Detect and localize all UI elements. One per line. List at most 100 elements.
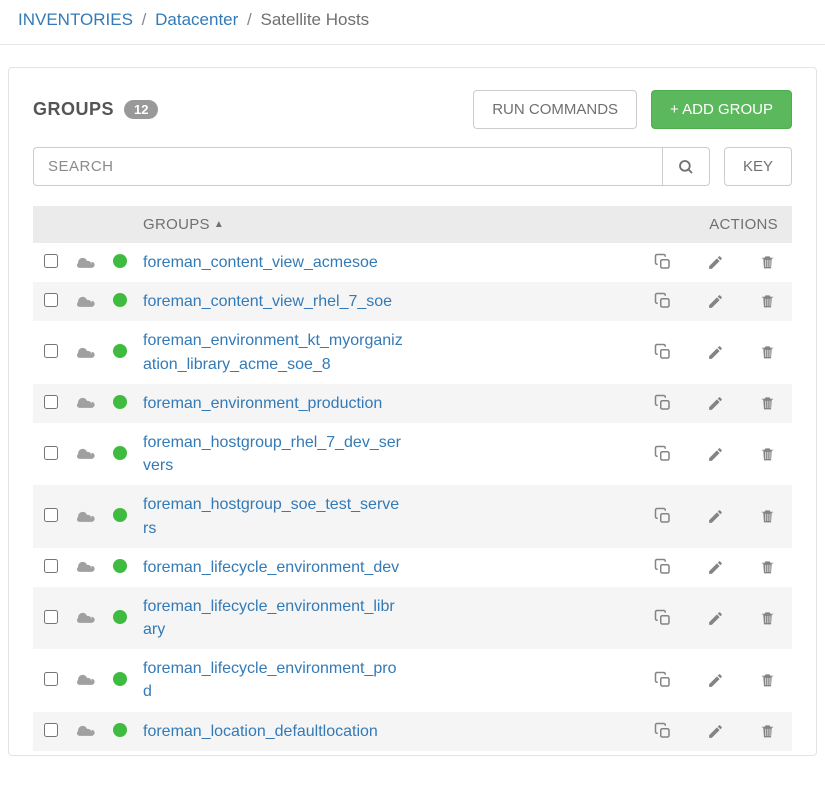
table-row: foreman_environment_kt_myorganization_li…	[33, 321, 792, 383]
copy-icon[interactable]	[652, 505, 674, 527]
copy-icon[interactable]	[652, 669, 674, 691]
cloud-icon	[77, 446, 97, 462]
table-row: foreman_content_view_acmesoe	[33, 243, 792, 282]
key-button[interactable]: KEY	[724, 147, 792, 186]
breadcrumb-separator: /	[247, 10, 252, 29]
copy-icon[interactable]	[652, 392, 674, 414]
status-dot-icon	[113, 395, 127, 409]
delete-icon[interactable]	[756, 392, 778, 414]
sort-ascending-icon: ▲	[214, 219, 224, 230]
delete-icon[interactable]	[756, 251, 778, 273]
cloud-icon	[77, 509, 97, 525]
cloud-icon	[77, 672, 97, 688]
edit-icon[interactable]	[704, 669, 726, 691]
table-row: foreman_location_defaultlocation	[33, 712, 792, 751]
groups-panel: GROUPS 12 RUN COMMANDS + ADD GROUP KEY	[8, 67, 817, 756]
delete-icon[interactable]	[756, 669, 778, 691]
copy-icon[interactable]	[652, 251, 674, 273]
edit-icon[interactable]	[704, 607, 726, 629]
groups-table: GROUPS▲ ACTIONS foreman_content_view_acm…	[33, 206, 792, 751]
cloud-icon	[77, 395, 97, 411]
column-header-actions: ACTIONS	[602, 206, 792, 243]
add-group-button[interactable]: + ADD GROUP	[651, 90, 792, 129]
delete-icon[interactable]	[756, 505, 778, 527]
group-name-link[interactable]: foreman_lifecycle_environment_dev	[143, 556, 399, 579]
breadcrumb-link-parent[interactable]: Datacenter	[155, 10, 238, 29]
row-checkbox[interactable]	[44, 672, 58, 686]
group-name-link[interactable]: foreman_lifecycle_environment_library	[143, 595, 403, 641]
cloud-icon	[77, 610, 97, 626]
search-input[interactable]	[33, 147, 662, 186]
breadcrumb-link-inventories[interactable]: INVENTORIES	[18, 10, 133, 29]
group-name-link[interactable]: foreman_environment_production	[143, 392, 382, 415]
delete-icon[interactable]	[756, 720, 778, 742]
breadcrumb: INVENTORIES / Datacenter / Satellite Hos…	[0, 0, 825, 45]
edit-icon[interactable]	[704, 443, 726, 465]
edit-icon[interactable]	[704, 720, 726, 742]
table-row: foreman_content_view_rhel_7_soe	[33, 282, 792, 321]
edit-icon[interactable]	[704, 556, 726, 578]
group-name-link[interactable]: foreman_location_defaultlocation	[143, 720, 378, 743]
row-checkbox[interactable]	[44, 254, 58, 268]
group-name-link[interactable]: foreman_hostgroup_rhel_7_dev_servers	[143, 431, 403, 477]
copy-icon[interactable]	[652, 720, 674, 742]
delete-icon[interactable]	[756, 607, 778, 629]
status-dot-icon	[113, 254, 127, 268]
table-row: foreman_hostgroup_soe_test_servers	[33, 485, 792, 547]
copy-icon[interactable]	[652, 341, 674, 363]
edit-icon[interactable]	[704, 506, 726, 528]
search-row: KEY	[33, 147, 792, 186]
breadcrumb-current: Satellite Hosts	[261, 10, 370, 29]
run-commands-button[interactable]: RUN COMMANDS	[473, 90, 637, 129]
cloud-icon	[77, 559, 97, 575]
row-checkbox[interactable]	[44, 293, 58, 307]
edit-icon[interactable]	[704, 342, 726, 364]
group-name-link[interactable]: foreman_content_view_acmesoe	[143, 251, 378, 274]
cloud-icon	[77, 723, 97, 739]
row-checkbox[interactable]	[44, 508, 58, 522]
table-row: foreman_hostgroup_rhel_7_dev_servers	[33, 423, 792, 485]
status-dot-icon	[113, 344, 127, 358]
table-row: foreman_lifecycle_environment_dev	[33, 548, 792, 587]
edit-icon[interactable]	[704, 392, 726, 414]
cloud-icon	[77, 345, 97, 361]
row-checkbox[interactable]	[44, 395, 58, 409]
search-icon	[677, 158, 695, 176]
group-name-link[interactable]: foreman_environment_kt_myorganization_li…	[143, 329, 403, 375]
table-row: foreman_lifecycle_environment_prod	[33, 649, 792, 711]
delete-icon[interactable]	[756, 290, 778, 312]
delete-icon[interactable]	[756, 443, 778, 465]
group-name-link[interactable]: foreman_hostgroup_soe_test_servers	[143, 493, 403, 539]
group-count-badge: 12	[124, 100, 158, 119]
row-checkbox[interactable]	[44, 610, 58, 624]
group-name-link[interactable]: foreman_lifecycle_environment_prod	[143, 657, 403, 703]
cloud-icon	[77, 294, 97, 310]
status-dot-icon	[113, 559, 127, 573]
panel-title: GROUPS	[33, 99, 114, 120]
status-dot-icon	[113, 508, 127, 522]
edit-icon[interactable]	[704, 291, 726, 313]
copy-icon[interactable]	[652, 290, 674, 312]
table-header: GROUPS▲ ACTIONS	[33, 206, 792, 243]
row-checkbox[interactable]	[44, 446, 58, 460]
group-name-link[interactable]: foreman_content_view_rhel_7_soe	[143, 290, 392, 313]
edit-icon[interactable]	[704, 252, 726, 274]
row-checkbox[interactable]	[44, 723, 58, 737]
status-dot-icon	[113, 723, 127, 737]
status-dot-icon	[113, 446, 127, 460]
cloud-icon	[77, 255, 97, 271]
row-checkbox[interactable]	[44, 559, 58, 573]
column-header-groups[interactable]: GROUPS▲	[135, 206, 602, 243]
copy-icon[interactable]	[652, 556, 674, 578]
table-row: foreman_lifecycle_environment_library	[33, 587, 792, 649]
status-dot-icon	[113, 672, 127, 686]
delete-icon[interactable]	[756, 341, 778, 363]
copy-icon[interactable]	[652, 607, 674, 629]
search-button[interactable]	[662, 147, 710, 186]
status-dot-icon	[113, 610, 127, 624]
copy-icon[interactable]	[652, 443, 674, 465]
breadcrumb-separator: /	[142, 10, 147, 29]
table-row: foreman_environment_production	[33, 384, 792, 423]
row-checkbox[interactable]	[44, 344, 58, 358]
delete-icon[interactable]	[756, 556, 778, 578]
